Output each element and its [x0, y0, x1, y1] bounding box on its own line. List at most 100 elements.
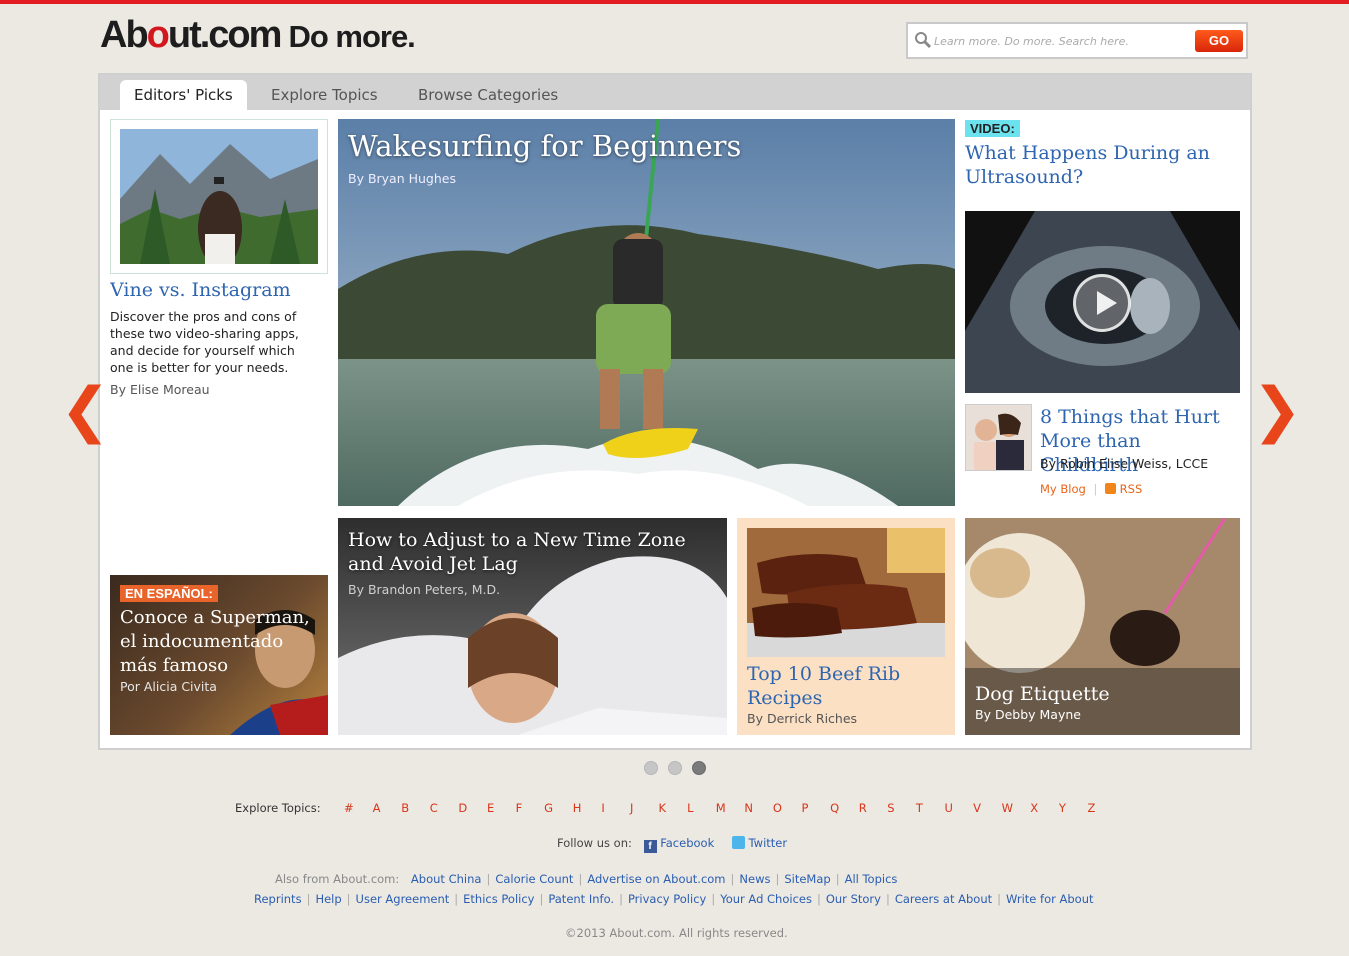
carousel-prev-arrow[interactable]: ❮ [60, 378, 110, 442]
az-letter-link[interactable]: B [401, 801, 430, 815]
beef-ribs-card[interactable]: Top 10 Beef Rib Recipes By Derrick Riche… [737, 518, 955, 735]
superman-title[interactable]: Conoce a Superman, el indocumentado más … [120, 606, 315, 678]
az-letter-link[interactable]: W [1002, 801, 1031, 815]
carousel-next-arrow[interactable]: ❯ [1252, 378, 1302, 442]
jet-lag-title[interactable]: How to Adjust to a New Time Zone and Avo… [348, 528, 718, 576]
az-letter-link[interactable]: U [944, 801, 973, 815]
az-letter-link[interactable]: V [973, 801, 1002, 815]
also-from-link[interactable]: Calorie Count [495, 872, 573, 886]
az-letter-link[interactable]: S [887, 801, 916, 815]
beef-ribs-byline: By Derrick Riches [747, 711, 858, 726]
rss-link[interactable]: RSS [1120, 482, 1143, 496]
footer-link[interactable]: Help [315, 892, 341, 906]
also-from-link[interactable]: All Topics [845, 872, 898, 886]
also-from-link[interactable]: About China [411, 872, 482, 886]
ultrasound-title[interactable]: What Happens During an Ultrasound? [965, 141, 1245, 189]
jet-lag-byline: By Brandon Peters, M.D. [348, 582, 501, 597]
tab-browse-categories[interactable]: Browse Categories [418, 80, 558, 110]
az-letter-link[interactable]: O [773, 801, 802, 815]
az-letter-link[interactable]: L [687, 801, 716, 815]
search-icon [915, 32, 932, 49]
az-letter-link[interactable]: R [859, 801, 888, 815]
footer-link[interactable]: Our Story [826, 892, 881, 906]
az-letter-link[interactable]: K [659, 801, 688, 815]
search-input[interactable] [934, 30, 1189, 52]
also-from-link[interactable]: Advertise on About.com [587, 872, 725, 886]
az-letter-link[interactable]: N [744, 801, 773, 815]
az-letter-link[interactable]: Z [1087, 801, 1116, 815]
vine-instagram-title[interactable]: Vine vs. Instagram [110, 279, 330, 301]
play-icon[interactable] [1073, 274, 1131, 332]
dog-etiquette-card[interactable]: Dog Etiquette By Debby Mayne [965, 518, 1240, 735]
footer-link[interactable]: Privacy Policy [628, 892, 706, 906]
az-letter-link[interactable]: A [373, 801, 402, 815]
az-letter-link[interactable]: C [430, 801, 459, 815]
also-from-links: About China | Calorie Count | Advertise on A… [411, 872, 897, 886]
az-letter-list: # A B C D E F G H I J K L M N O P Q R S T U V W X Y Z [344, 801, 1116, 815]
pager-dot-1[interactable] [644, 761, 658, 775]
explore-topics-az: Explore Topics: [235, 801, 321, 815]
vine-instagram-image-frame[interactable] [110, 119, 328, 274]
video-badge: VIDEO: [965, 120, 1020, 137]
az-letter-link[interactable]: T [916, 801, 945, 815]
wakesurfing-title[interactable]: Wakesurfing for Beginners [348, 129, 741, 163]
dog-etiquette-byline: By Debby Mayne [975, 707, 1081, 722]
footer-link[interactable]: Your Ad Choices [720, 892, 812, 906]
vine-instagram-description: Discover the pros and cons of these two … [110, 309, 299, 375]
link-separator: | [816, 892, 821, 906]
az-letter-link[interactable]: D [458, 801, 487, 815]
az-letter-link[interactable]: F [516, 801, 545, 815]
tab-editors-picks[interactable]: Editors' Picks [120, 80, 247, 110]
link-separator: | [454, 892, 459, 906]
pager-dot-2[interactable] [668, 761, 682, 775]
link-separator: | [730, 872, 735, 886]
top-accent-bar [0, 0, 1349, 4]
tab-bar: Editors' Picks Explore Topics Browse Cat… [100, 75, 1250, 110]
facebook-icon[interactable]: f [643, 840, 657, 853]
footer-link[interactable]: Reprints [254, 892, 302, 906]
ultrasound-video-thumbnail[interactable] [965, 211, 1240, 393]
footer-link[interactable]: User Agreement [356, 892, 450, 906]
about-logo[interactable]: About.com Do more. [100, 14, 416, 57]
az-letter-link[interactable]: M [716, 801, 745, 815]
az-letter-link[interactable]: J [630, 801, 659, 815]
footer-link[interactable]: Write for About [1006, 892, 1094, 906]
pager-dot-3[interactable] [692, 761, 706, 775]
search-box: GO [906, 22, 1248, 59]
az-letter-link[interactable]: E [487, 801, 516, 815]
spanish-superman-card[interactable]: EN ESPAÑOL: Conoce a Superman, el indocu… [110, 575, 328, 735]
beef-ribs-title[interactable]: Top 10 Beef Rib Recipes [747, 662, 947, 710]
az-letter-link[interactable]: X [1030, 801, 1059, 815]
jet-lag-card[interactable]: How to Adjust to a New Time Zone and Avo… [338, 518, 727, 735]
my-blog-link[interactable]: My Blog [1040, 482, 1086, 496]
footer-link[interactable]: Ethics Policy [463, 892, 534, 906]
az-letter-link[interactable]: I [601, 801, 630, 815]
facebook-link[interactable]: Facebook [660, 836, 714, 850]
az-letter-link[interactable]: P [802, 801, 831, 815]
also-from-link[interactable]: SiteMap [784, 872, 830, 886]
tab-explore-topics[interactable]: Explore Topics [271, 80, 378, 110]
dog-etiquette-title[interactable]: Dog Etiquette [975, 683, 1110, 705]
explore-topics-label: Explore Topics: [235, 801, 321, 815]
wakesurfing-hero-card[interactable]: Wakesurfing for Beginners By Bryan Hughe… [338, 119, 955, 506]
az-letter-link[interactable]: G [544, 801, 573, 815]
az-letter-link[interactable]: Q [830, 801, 859, 815]
also-from-link[interactable]: News [739, 872, 770, 886]
footer-link[interactable]: Careers at About [895, 892, 992, 906]
az-letter-link[interactable]: # [344, 801, 373, 815]
footer-link[interactable]: Patent Info. [548, 892, 614, 906]
twitter-link[interactable]: Twitter [749, 836, 788, 850]
link-separator: | [835, 872, 840, 886]
link-separator: | [306, 892, 311, 906]
go-button[interactable]: GO [1195, 30, 1243, 52]
az-letter-link[interactable]: Y [1059, 801, 1088, 815]
follow-us-row: Follow us on: f Facebook Twitter [557, 836, 787, 853]
az-letter-link[interactable]: H [573, 801, 602, 815]
vine-instagram-byline: By Elise Moreau [110, 382, 210, 397]
twitter-icon[interactable] [731, 836, 745, 849]
en-espanol-badge: EN ESPAÑOL: [120, 585, 218, 602]
copyright: ©2013 About.com. All rights reserved. [565, 926, 788, 940]
blog-links-divider: | [1093, 482, 1098, 496]
also-from-label: Also from About.com: [275, 872, 400, 886]
author-avatar[interactable] [965, 404, 1032, 471]
